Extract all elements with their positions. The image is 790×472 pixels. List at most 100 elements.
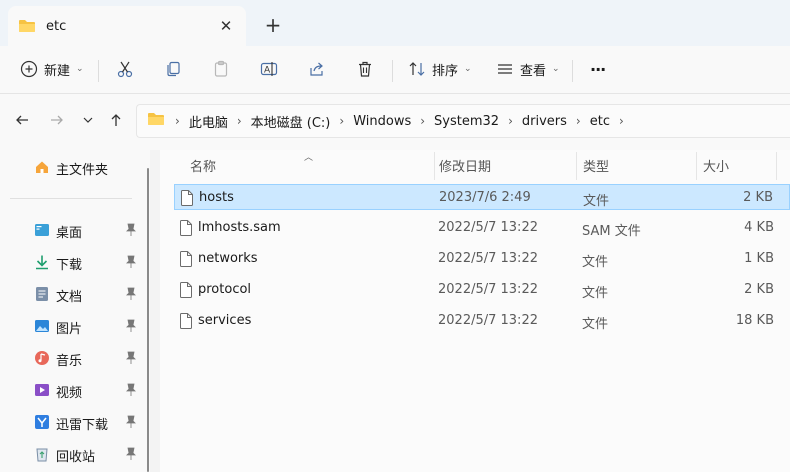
chevron-right-icon[interactable]: › — [420, 114, 425, 128]
sidebar-divider — [10, 198, 132, 199]
pin-icon — [125, 351, 137, 365]
paste-button[interactable] — [212, 54, 230, 84]
file-name: services — [198, 313, 252, 328]
recent-locations-button[interactable] — [76, 112, 100, 132]
chevron-right-icon[interactable]: › — [237, 114, 242, 128]
sort-ascending-icon: ︿ — [304, 153, 314, 163]
breadcrumb-item[interactable]: 此电脑 — [189, 112, 228, 131]
delete-button[interactable] — [356, 54, 374, 84]
file-icon — [180, 251, 192, 267]
navigation-bar: › 此电脑 › 本地磁盘 (C:) › Windows › System32 ›… — [0, 94, 790, 150]
chevron-right-icon[interactable]: › — [339, 114, 344, 128]
column-divider[interactable] — [696, 152, 697, 180]
new-tab-button[interactable]: + — [262, 13, 284, 37]
toolbar-divider — [572, 60, 573, 82]
breadcrumb-item-current[interactable]: etc — [590, 114, 610, 129]
svg-text:A: A — [264, 66, 271, 76]
breadcrumb-item[interactable]: drivers — [522, 114, 567, 129]
sidebar-item-label: 音乐 — [56, 354, 83, 369]
sidebar-item-documents[interactable]: 文档 — [0, 280, 148, 308]
share-icon — [308, 60, 326, 78]
column-divider[interactable] — [576, 152, 577, 180]
tab-bar: etc ✕ + — [0, 0, 790, 46]
sidebar-item-home[interactable]: 主文件夹 — [0, 153, 148, 181]
more-options-button[interactable]: ··· — [590, 54, 606, 84]
sidebar-item-label: 主文件夹 — [56, 163, 109, 178]
sidebar-item-pictures[interactable]: 图片 — [0, 312, 148, 340]
column-header-name[interactable]: 名称 — [190, 150, 216, 180]
copy-icon — [164, 60, 182, 78]
breadcrumb-item[interactable]: 本地磁盘 (C:) — [251, 112, 331, 131]
recycle-bin-icon — [34, 446, 50, 462]
arrow-up-icon — [109, 113, 123, 131]
rename-button[interactable]: A — [260, 54, 278, 84]
sort-button-label: 排序 — [432, 63, 459, 79]
column-divider[interactable] — [776, 152, 777, 180]
chevron-right-icon[interactable]: › — [576, 114, 581, 128]
file-row[interactable]: hosts 2023/7/6 2:49 文件 2 KB — [174, 184, 790, 210]
new-button[interactable]: 新建 ⌄ — [20, 54, 84, 84]
xunlei-icon — [34, 414, 50, 430]
chevron-down-icon: ⌄ — [76, 64, 84, 74]
file-type: SAM 文件 — [582, 224, 641, 239]
navigation-pane: 主文件夹 桌面 下载 文档 图片 音乐 视频 迅雷下载 回收站 — [0, 150, 150, 472]
sidebar-item-xunlei[interactable]: 迅雷下载 — [0, 408, 148, 436]
file-name: protocol — [198, 282, 252, 297]
file-row[interactable]: protocol 2022/5/7 13:22 文件 2 KB — [174, 277, 790, 303]
copy-button[interactable] — [164, 54, 182, 84]
up-button[interactable] — [104, 112, 128, 132]
chevron-right-icon[interactable]: › — [508, 114, 513, 128]
close-tab-button[interactable]: ✕ — [216, 16, 236, 36]
breadcrumb-item[interactable]: System32 — [434, 114, 499, 129]
column-header-type[interactable]: 类型 — [583, 150, 609, 180]
file-type: 文件 — [582, 255, 609, 270]
address-bar[interactable]: › 此电脑 › 本地磁盘 (C:) › Windows › System32 ›… — [136, 104, 790, 138]
pictures-icon — [34, 318, 50, 334]
toolbar-divider — [392, 60, 393, 82]
rename-icon: A — [260, 60, 278, 78]
sidebar-item-desktop[interactable]: 桌面 — [0, 216, 148, 244]
file-row[interactable]: lmhosts.sam 2022/5/7 13:22 SAM 文件 4 KB — [174, 215, 790, 241]
view-button[interactable]: 查看 ⌄ — [496, 54, 560, 84]
sidebar-item-downloads[interactable]: 下载 — [0, 248, 148, 276]
file-size: 1 KB — [744, 251, 774, 266]
back-button[interactable] — [10, 112, 34, 132]
pin-icon — [125, 287, 137, 301]
sidebar-item-videos[interactable]: 视频 — [0, 376, 148, 404]
file-row[interactable]: networks 2022/5/7 13:22 文件 1 KB — [174, 246, 790, 272]
arrow-right-icon — [50, 113, 64, 131]
arrow-left-icon — [15, 113, 29, 131]
pin-icon — [125, 319, 137, 333]
home-icon — [34, 159, 50, 175]
chevron-right-icon[interactable]: › — [619, 114, 624, 128]
clipboard-icon — [212, 60, 230, 78]
sort-button[interactable]: 排序 ⌄ — [408, 54, 472, 84]
chevron-right-icon[interactable]: › — [175, 114, 180, 128]
file-name: networks — [198, 251, 258, 266]
video-icon — [34, 382, 50, 398]
sidebar-item-label: 回收站 — [56, 450, 96, 465]
forward-button[interactable] — [45, 112, 69, 132]
file-icon — [181, 190, 193, 206]
scissors-icon — [116, 60, 134, 78]
file-size: 2 KB — [744, 282, 774, 297]
file-type: 文件 — [582, 286, 609, 301]
column-header-modified[interactable]: 修改日期 — [439, 150, 491, 180]
share-button[interactable] — [308, 54, 326, 84]
download-icon — [34, 254, 50, 270]
sidebar-item-music[interactable]: 音乐 — [0, 344, 148, 372]
desktop-icon — [34, 222, 50, 238]
list-view-icon — [496, 60, 514, 78]
breadcrumb-item[interactable]: Windows — [353, 114, 411, 129]
sidebar-scrollbar[interactable] — [147, 168, 149, 472]
pin-icon — [125, 255, 137, 269]
trash-icon — [356, 60, 374, 78]
column-header-size[interactable]: 大小 — [703, 150, 729, 180]
sidebar-item-recycle-bin[interactable]: 回收站 — [0, 440, 148, 468]
document-icon — [34, 286, 50, 302]
sidebar-item-label: 迅雷下载 — [56, 418, 109, 433]
file-row[interactable]: services 2022/5/7 13:22 文件 18 KB — [174, 308, 790, 334]
tab-etc[interactable]: etc ✕ — [8, 6, 246, 46]
cut-button[interactable] — [116, 54, 134, 84]
column-divider[interactable] — [434, 152, 435, 180]
